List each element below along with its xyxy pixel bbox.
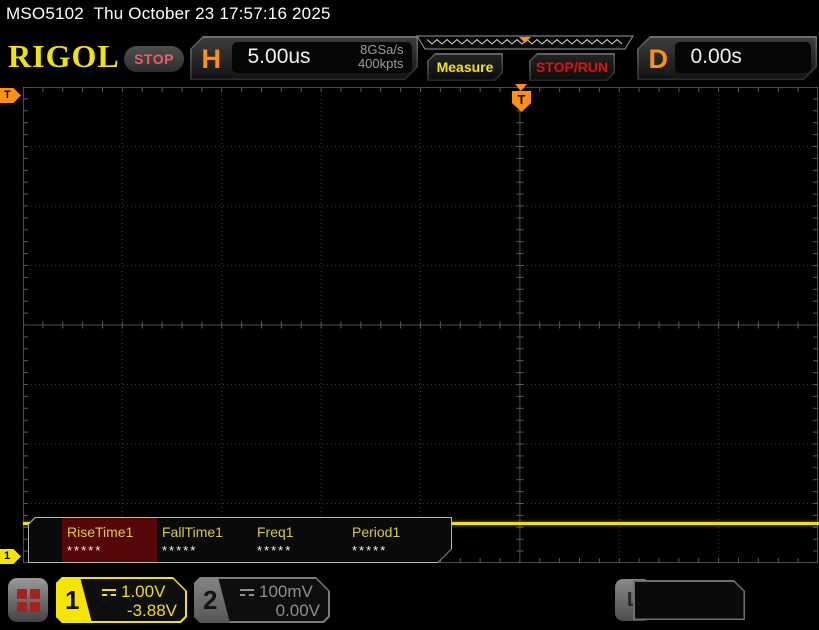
channel1-scale-value: 1.00V	[121, 582, 165, 602]
oscilloscope-screen: MSO5102 Thu October 23 17:57:16 2025 RIG…	[0, 0, 819, 630]
run-state-badge: STOP	[124, 46, 184, 72]
menu-grid-icon	[17, 589, 40, 612]
delay-value: 0.00s	[675, 45, 742, 69]
delay-settings-panel[interactable]: D 0.00s	[637, 36, 817, 80]
channel1-scale: 1.00V	[102, 582, 165, 602]
measurement-label: FallTime1	[157, 524, 252, 540]
channel1-ground-marker[interactable]: 1	[0, 549, 21, 564]
status-line: MSO5102 Thu October 23 17:57:16 2025	[6, 4, 331, 24]
measurement-value: *****	[157, 543, 252, 558]
measure-button-label: Measure	[427, 53, 503, 81]
measurement-label: Freq1	[252, 524, 347, 540]
measurement-item-risetime[interactable]: RiseTime1 *****	[62, 518, 157, 562]
channel1-offset: -3.88V	[127, 601, 177, 621]
digital-channels-panel[interactable]: 0 1 2 3 4 5 6 7 8 9 10 11 12 13 14 15	[633, 580, 745, 620]
d-icon: D	[649, 44, 669, 75]
measurement-item-period[interactable]: Period1 *****	[347, 518, 442, 562]
delay-display: 0.00s	[675, 42, 811, 73]
measurement-value: *****	[347, 543, 442, 558]
run-state-label: STOP	[134, 51, 174, 67]
timebase-display: 5.00us 8GSa/s 400kpts	[232, 42, 412, 73]
trigger-position-triangle-icon[interactable]	[515, 84, 527, 91]
horizontal-settings-panel[interactable]: H 5.00us 8GSa/s 400kpts	[190, 36, 418, 80]
timebase-value: 5.00us	[232, 45, 358, 69]
channel2-offset: 0.00V	[276, 601, 320, 621]
horizontal-panel-bg: H 5.00us 8GSa/s 400kpts	[192, 38, 417, 79]
measure-button[interactable]: Measure	[427, 53, 503, 81]
measurement-results-bg: RiseTime1 ***** FallTime1 ***** Freq1 **…	[29, 518, 451, 562]
measurement-item-falltime[interactable]: FallTime1 *****	[157, 518, 252, 562]
delay-panel-bg: D 0.00s	[639, 38, 816, 79]
channel2-scale-value: 100mV	[259, 582, 313, 602]
acquisition-info: 8GSa/s 400kpts	[358, 43, 412, 72]
measurement-item-freq[interactable]: Freq1 *****	[252, 518, 347, 562]
channel2-panel[interactable]: 2 100mV 0.00V	[194, 577, 330, 623]
channel2-scale: 100mV	[240, 582, 313, 602]
digital-row-1: 0 1 2 3 4 5 6 7	[645, 617, 744, 630]
trigger-level-marker[interactable]: T	[0, 88, 21, 103]
menu-icon[interactable]	[8, 578, 48, 622]
channel1-panel[interactable]: 1 1.00V -3.88V	[56, 577, 187, 623]
h-icon: H	[202, 44, 222, 75]
rigol-logo: RIGOL	[8, 38, 120, 75]
dc-coupling-icon	[102, 588, 116, 597]
measurement-value: *****	[62, 543, 157, 558]
measurement-results-panel: RiseTime1 ***** FallTime1 ***** Freq1 **…	[28, 517, 452, 563]
graticule-grid	[23, 87, 818, 563]
memory-depth: 400kpts	[358, 57, 404, 71]
waveform-overview-strip[interactable]	[413, 35, 637, 51]
measurement-label: RiseTime1	[62, 524, 157, 540]
dc-coupling-icon	[240, 588, 254, 597]
stop-run-button-label: STOP/RUN	[529, 53, 615, 81]
digital-channels-list: 0 1 2 3 4 5 6 7 8 9 10 11 12 13 14 15	[635, 582, 744, 619]
sample-rate: 8GSa/s	[358, 43, 404, 57]
measurement-label: Period1	[347, 524, 442, 540]
measurement-value: *****	[252, 543, 347, 558]
stop-run-button[interactable]: STOP/RUN	[529, 53, 615, 81]
